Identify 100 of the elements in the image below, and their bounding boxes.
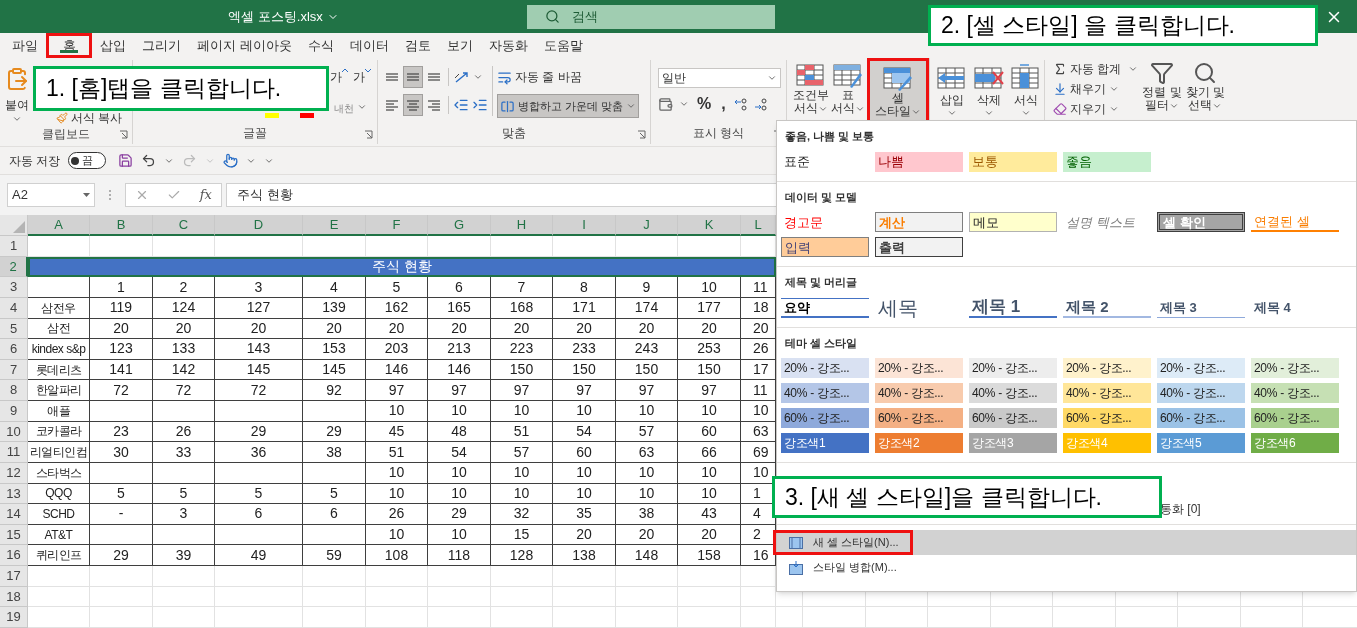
cell-style-option[interactable]: 제목 1 [969,297,1057,318]
row-header[interactable]: 16 [0,545,28,566]
shrink-font-button[interactable]: 가 [353,68,371,86]
cell-style-option[interactable]: 20% - 강조... [969,358,1057,378]
cells-button[interactable]: 삽입 [936,64,968,118]
cell-style-option[interactable]: 40% - 강조... [1157,383,1245,403]
cells-button[interactable]: 서식 [1010,64,1042,118]
cell-style-option[interactable]: 제목 4 [1251,297,1339,318]
text-orientation-icon[interactable] [453,69,471,85]
decrease-decimal-icon[interactable] [753,97,768,111]
grow-font-button[interactable]: 가 [330,68,348,86]
undo-icon[interactable] [141,153,157,168]
row-header[interactable]: 1 [0,236,28,257]
ribbon-tab[interactable]: 수식 [299,33,342,58]
cell-style-option[interactable]: 출력 [875,237,963,257]
menu-item[interactable]: 스타일 병합(M)... [777,555,1356,580]
increase-indent-icon[interactable] [472,97,488,113]
insert-function-button[interactable]: fx [199,185,212,205]
cell-style-option[interactable]: 요약 [781,297,869,318]
column-header[interactable]: B [90,215,153,236]
align-button[interactable] [403,66,423,88]
ribbon-tab[interactable]: 자동화 [480,33,536,58]
row-header[interactable]: 13 [0,483,28,505]
format-painter-button[interactable]: 서식 복사 [71,112,123,124]
merge-center-button[interactable]: 병합하고 가운데 맞춤 [497,94,640,118]
touch-mode-icon[interactable] [223,153,239,168]
row-header[interactable]: 4 [0,297,28,319]
row-header[interactable]: 3 [0,277,28,298]
row-header[interactable]: 7 [0,359,28,381]
sort-filter-button[interactable]: 정렬 및 필터 [1142,60,1182,112]
merged-title-cell[interactable]: 주식 현황 [28,256,776,278]
cell-style-option[interactable]: 60% - 강조... [781,408,869,428]
find-select-button[interactable]: 찾기 및 선택 [1185,60,1226,112]
search-field[interactable]: 검색 [527,4,775,29]
number-format-select[interactable]: 일반 [658,68,781,88]
cell-style-option[interactable]: 좋음 [1063,151,1151,172]
align-button[interactable] [403,94,423,116]
cell-style-option[interactable]: 60% - 강조... [1251,408,1339,428]
cell-style-option[interactable]: 40% - 강조... [1251,383,1339,403]
row-header[interactable]: 8 [0,380,28,401]
column-header[interactable]: D [215,215,303,236]
save-icon[interactable] [118,153,134,168]
style-button[interactable]: 조건부 서식 [793,58,829,120]
cell-style-option[interactable]: 40% - 강조... [969,383,1057,403]
row-header[interactable]: 15 [0,524,28,546]
row-header[interactable]: 19 [0,607,28,628]
cell-style-option[interactable]: 20% - 강조... [1063,358,1151,378]
column-header[interactable]: L [741,215,776,236]
cell-style-option[interactable]: 설명 텍스트 [1063,212,1151,232]
cell-style-option[interactable]: 보통 [969,151,1057,172]
row-header[interactable]: 12 [0,462,28,484]
ribbon-tab[interactable]: 파일 [4,33,46,58]
name-box[interactable]: A2 [7,183,95,207]
row-header[interactable]: 17 [0,566,28,587]
dialog-launcher-icon[interactable] [637,130,646,139]
wrap-text-button[interactable]: 자동 줄 바꿈 [497,66,582,88]
cell-style-option[interactable]: 60% - 강조... [875,408,963,428]
cell-style-option[interactable]: 세목 [875,297,963,318]
cell-style-option[interactable]: 60% - 강조... [1063,408,1151,428]
clear-button[interactable]: 지우기 [1053,100,1139,117]
cell-style-option[interactable]: 제목 3 [1157,297,1245,318]
row-header[interactable]: 18 [0,586,28,608]
column-header[interactable]: C [153,215,215,236]
font-color-icon[interactable] [300,113,314,118]
accounting-format-icon[interactable] [658,96,673,112]
cell-style-option[interactable]: 경고문 [781,212,869,232]
cell-style-option[interactable]: 제목 2 [1063,297,1151,318]
confirm-icon[interactable] [167,188,182,202]
cell-style-option[interactable]: 40% - 강조... [875,383,963,403]
ribbon-tab[interactable]: 삽입 [92,33,134,58]
ribbon-tab[interactable]: 페이지 레이아웃 [189,33,300,58]
column-header[interactable]: J [616,215,678,236]
cell-style-option[interactable]: 통화 [0] [1160,500,1201,518]
cell-style-option[interactable]: 40% - 강조... [1063,383,1151,403]
cell-style-option[interactable]: 20% - 강조... [781,358,869,378]
cell-style-option[interactable]: 60% - 강조... [969,408,1057,428]
cell-style-option[interactable]: 60% - 강조... [1157,408,1245,428]
row-header[interactable]: 10 [0,421,28,443]
increase-decimal-icon[interactable] [733,97,748,111]
column-header[interactable]: I [553,215,616,236]
autosave-toggle[interactable]: 끔 [68,152,107,169]
style-button[interactable]: 표 서식 [831,58,865,120]
row-header[interactable]: 9 [0,401,28,422]
ribbon-tab[interactable]: 보기 [438,33,481,58]
ribbon-tab[interactable]: 데이터 [341,33,397,58]
row-header[interactable]: 14 [0,504,28,525]
number-style-button[interactable]: % [695,96,714,112]
autosum-button[interactable]: 자동 합계 [1053,60,1139,77]
ribbon-tab[interactable]: 그리기 [134,33,189,58]
decrease-indent-icon[interactable] [453,97,469,113]
select-all-icon[interactable] [13,221,25,233]
column-header[interactable]: E [303,215,366,236]
ribbon-tab[interactable]: 도움말 [535,33,591,58]
column-header[interactable]: F [366,215,428,236]
column-header[interactable]: G [428,215,491,236]
cell-style-option[interactable]: 입력 [781,237,869,257]
fill-button[interactable]: 채우기 [1053,80,1139,97]
cell-style-option[interactable]: 40% - 강조... [781,383,869,403]
redo-icon[interactable] [182,153,198,168]
highlight-color-icon[interactable] [265,113,279,118]
